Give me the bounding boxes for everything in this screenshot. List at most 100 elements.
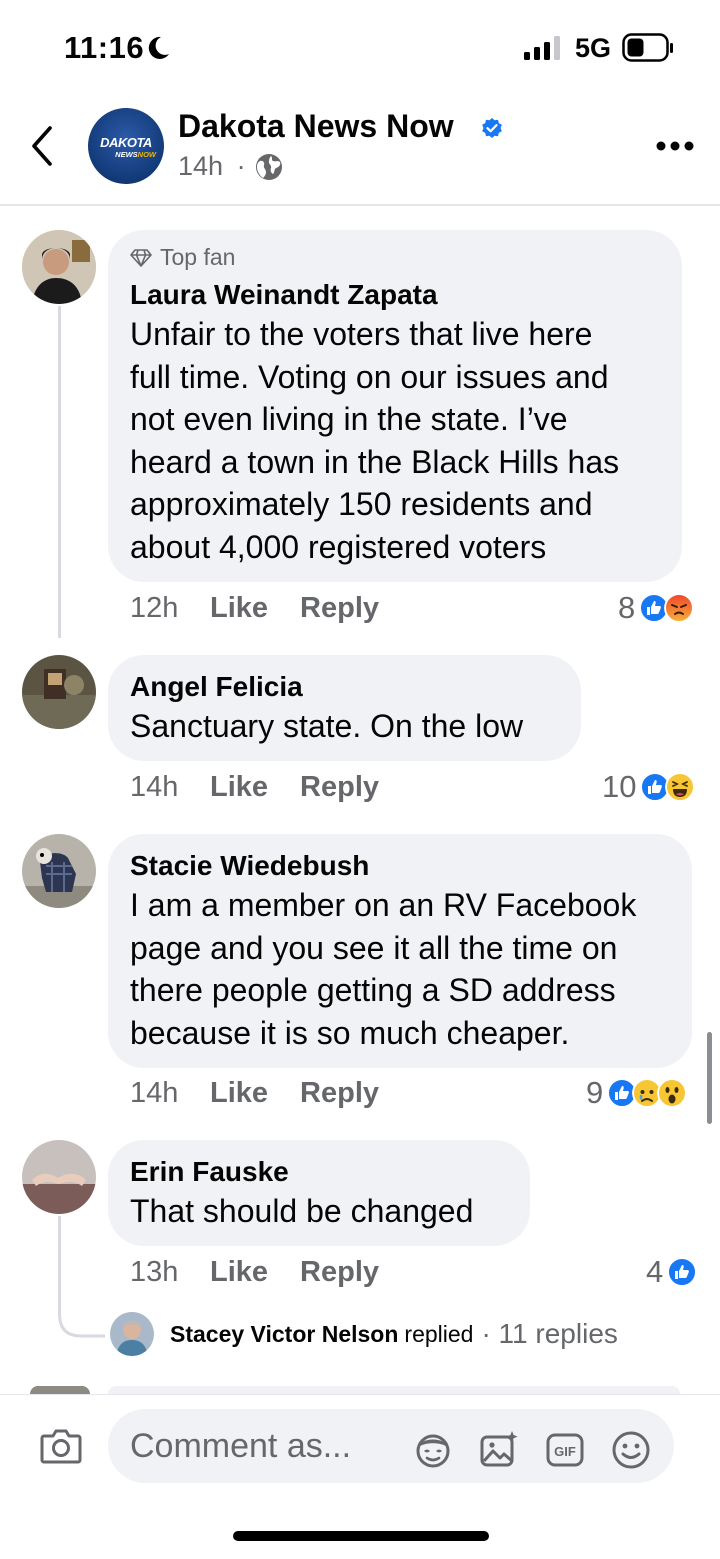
badge-label: Top fan xyxy=(160,244,236,270)
comment-line: about 4,000 registered voters xyxy=(130,528,547,565)
next-comment-bubble-peek xyxy=(108,1386,680,1394)
reaction-count: 8 xyxy=(618,590,636,625)
comment-author[interactable]: Laura Weinandt Zapata xyxy=(130,277,660,313)
replier-name: Stacey Victor Nelson xyxy=(170,1320,399,1347)
avatar-sticker-icon[interactable] xyxy=(412,1429,454,1471)
post-time: 14h xyxy=(178,151,224,181)
thread-line xyxy=(58,306,61,638)
comment-time: 14h xyxy=(130,1077,179,1109)
scrollbar[interactable] xyxy=(707,1032,712,1124)
comment-actions: 13h Like Reply xyxy=(130,1256,379,1289)
status-time: 11:16 xyxy=(64,30,145,65)
avatar-photo xyxy=(22,230,96,304)
home-indicator[interactable] xyxy=(233,1531,489,1541)
avatar[interactable] xyxy=(22,655,96,729)
comment-line: Sanctuary state. On the low xyxy=(130,708,524,744)
haha-reaction-icon xyxy=(665,772,696,802)
comment-line: approximately 150 residents and xyxy=(130,486,593,522)
camera-icon[interactable] xyxy=(40,1427,82,1465)
comment-line: That should be changed xyxy=(130,1193,474,1229)
reply-count: · 11 replies xyxy=(481,1318,618,1349)
avatar[interactable] xyxy=(22,230,96,304)
network-label: 5G xyxy=(575,33,612,63)
reply-button[interactable]: Reply xyxy=(300,1256,379,1289)
comment-time: 13h xyxy=(130,1256,179,1288)
avatar[interactable] xyxy=(22,1140,96,1214)
like-button[interactable]: Like xyxy=(210,592,268,625)
comment-bubble[interactable]: Stacie Wiedebush I am a member on an RV … xyxy=(108,834,692,1068)
comment-time: 14h xyxy=(130,771,179,803)
post-header: DAKOTA NEWSNOW Dakota News Now 14h · xyxy=(0,96,720,206)
comment-bubble[interactable]: Top fan Laura Weinandt Zapata Unfair to … xyxy=(108,230,682,582)
comment-actions: 12h Like Reply xyxy=(130,592,379,625)
comment-line: heard a town in the Black Hills has xyxy=(130,443,620,480)
reply-button[interactable]: Reply xyxy=(300,771,379,804)
top-fan-badge: Top fan xyxy=(130,244,660,271)
diamond-icon xyxy=(130,248,152,267)
comment-text: Sanctuary state. On the low xyxy=(130,705,559,748)
reply-connector xyxy=(58,1300,105,1338)
comment-text: That should be changed xyxy=(130,1190,508,1233)
comment-text: I am a member on an RV Facebook page and… xyxy=(130,884,670,1054)
more-icon[interactable] xyxy=(656,140,694,152)
avatar-photo xyxy=(110,1312,154,1356)
meta-separator: · xyxy=(236,151,246,181)
comment-text: Unfair to the voters that live here full… xyxy=(130,313,660,568)
comment-author[interactable]: Angel Felicia xyxy=(130,669,559,705)
globe-icon xyxy=(256,154,282,180)
post-meta: 14h · xyxy=(178,151,246,182)
comment-input[interactable]: Comment as... GIF xyxy=(108,1409,674,1483)
comment-actions: 14h Like Reply xyxy=(130,1077,379,1110)
comment-line: Unfair to the voters that live here xyxy=(130,316,593,352)
verified-icon xyxy=(482,118,502,138)
back-icon[interactable] xyxy=(28,124,58,168)
avatar-photo xyxy=(22,834,96,908)
comment-placeholder: Comment as... xyxy=(130,1427,352,1465)
battery-icon xyxy=(622,33,673,62)
replied-label: replied xyxy=(404,1320,474,1347)
page-name[interactable]: Dakota News Now xyxy=(178,108,454,145)
comment-line: full time. Voting on our issues and xyxy=(130,358,609,395)
comment-bubble[interactable]: Angel Felicia Sanctuary state. On the lo… xyxy=(108,655,581,761)
reply-button[interactable]: Reply xyxy=(300,1077,379,1110)
gif-icon[interactable]: GIF xyxy=(544,1429,586,1471)
reaction-summary[interactable]: 9 xyxy=(586,1075,688,1111)
comment-author[interactable]: Erin Fauske xyxy=(130,1154,508,1190)
svg-text:GIF: GIF xyxy=(554,1444,576,1459)
reaction-count: 10 xyxy=(602,769,637,804)
logo-subtext: NEWSNOW xyxy=(115,150,156,159)
status-bar: 11:16 5G xyxy=(0,0,720,96)
comment-line: because it is so much cheaper. xyxy=(130,1014,570,1051)
like-button[interactable]: Like xyxy=(210,1077,268,1110)
reply-button[interactable]: Reply xyxy=(300,592,379,625)
avatar[interactable] xyxy=(22,834,96,908)
next-comment-avatar-peek xyxy=(30,1386,90,1394)
moon-icon xyxy=(148,36,169,59)
like-button[interactable]: Like xyxy=(210,771,268,804)
avatar-photo xyxy=(22,1140,96,1214)
photo-icon[interactable] xyxy=(478,1429,520,1471)
comment-bubble[interactable]: Erin Fauske That should be changed xyxy=(108,1140,530,1246)
comment-line: not even living in the state. I’ve xyxy=(130,401,568,437)
reaction-summary[interactable]: 10 xyxy=(602,769,696,805)
reaction-summary[interactable]: 4 xyxy=(646,1254,698,1290)
reaction-count: 9 xyxy=(586,1075,604,1110)
avatar xyxy=(110,1312,154,1356)
reaction-count: 4 xyxy=(646,1254,664,1289)
comment-line: I am a member on an RV Facebook xyxy=(130,887,637,923)
avatar-photo xyxy=(22,655,96,729)
view-replies-link[interactable]: Stacey Victor Nelson replied · 11 replie… xyxy=(110,1312,618,1356)
reaction-summary[interactable]: 8 xyxy=(618,590,695,626)
emoji-icon[interactable] xyxy=(610,1429,652,1471)
like-button[interactable]: Like xyxy=(210,1256,268,1289)
comment-line: page and you see it all the time on xyxy=(130,929,618,966)
comment-line: there people getting a SD address xyxy=(130,972,616,1008)
comment-author[interactable]: Stacie Wiedebush xyxy=(130,848,670,884)
wow-reaction-icon xyxy=(657,1078,688,1108)
signal-icon xyxy=(524,36,560,60)
comment-actions: 14h Like Reply xyxy=(130,771,379,804)
comment-composer: Comment as... GIF xyxy=(0,1394,720,1559)
logo-text: DAKOTA xyxy=(100,135,152,150)
angry-reaction-icon xyxy=(664,593,695,623)
page-avatar[interactable]: DAKOTA NEWSNOW xyxy=(88,108,164,184)
